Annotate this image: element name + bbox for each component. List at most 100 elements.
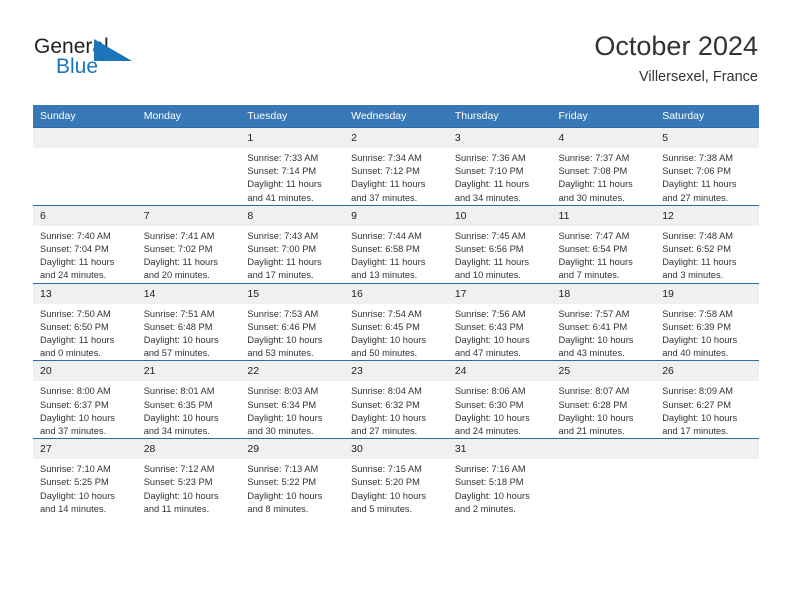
calendar-week-row: 6 Sunrise: 7:40 AM Sunset: 7:04 PM Daylight…: [33, 204, 759, 284]
daylight-text-line1: Daylight: 11 hours: [247, 179, 322, 190]
day-number: 20: [33, 361, 137, 382]
daylight-text-line1: Daylight: 11 hours: [40, 257, 115, 268]
calendar-day-cell[interactable]: 24 Sunrise: 8:06 AM Sunset: 6:30 PM Dayligh…: [447, 360, 552, 439]
day-details: [33, 148, 137, 152]
triangle-flag-icon: [94, 39, 132, 61]
day-number: 3: [447, 128, 552, 148]
calendar-day-cell[interactable]: 31 Sunrise: 7:16 AM Sunset: 5:18 PM Dayligh…: [447, 438, 552, 517]
calendar-day-cell[interactable]: 14 Sunrise: 7:51 AM Sunset: 6:48 PM Dayligh…: [136, 282, 241, 361]
daylight-text-line2: and 30 minutes.: [558, 192, 625, 203]
calendar-day-cell[interactable]: 19 Sunrise: 7:58 AM Sunset: 6:39 PM Dayligh…: [655, 282, 759, 361]
calendar-day-cell[interactable]: 4 Sunrise: 7:37 AM Sunset: 7:08 PM Daylight…: [551, 127, 656, 206]
page-title: October 2024: [594, 31, 758, 61]
day-number: 28: [136, 439, 241, 460]
day-details: Sunrise: 7:53 AM Sunset: 6:46 PM Daylight:…: [240, 304, 344, 361]
day-number: 11: [551, 205, 656, 226]
calendar-day-cell[interactable]: 7 Sunrise: 7:41 AM Sunset: 7:02 PM Daylight…: [136, 204, 241, 284]
daylight-text-line2: and 34 minutes.: [143, 426, 210, 437]
day-number: 18: [551, 283, 656, 304]
calendar-day-cell[interactable]: 2 Sunrise: 7:34 AM Sunset: 7:12 PM Daylight…: [344, 127, 448, 206]
calendar-day-cell[interactable]: 26 Sunrise: 8:09 AM Sunset: 6:27 PM Dayligh…: [655, 360, 759, 439]
day-details: Sunrise: 7:45 AM Sunset: 6:56 PM Daylight:…: [448, 226, 552, 283]
day-details: Sunrise: 7:13 AM Sunset: 5:22 PM Daylight:…: [240, 459, 344, 516]
weekday-header-thursday: Thursday: [447, 105, 552, 128]
sunrise-text: Sunrise: 7:50 AM: [40, 308, 111, 319]
weekday-header-row: Sunday Monday Tuesday Wednesday Thursday…: [33, 105, 759, 128]
sunrise-text: Sunrise: 7:41 AM: [143, 230, 215, 241]
calendar-day-cell[interactable]: 22 Sunrise: 8:03 AM Sunset: 6:34 PM Dayligh…: [240, 360, 345, 439]
daylight-text-line1: Daylight: 10 hours: [143, 490, 219, 501]
day-number: 25: [551, 361, 656, 382]
sunrise-text: Sunrise: 8:03 AM: [247, 386, 319, 397]
calendar-empty-cell: [655, 438, 759, 517]
sunrise-text: Sunrise: 8:04 AM: [351, 386, 422, 397]
daylight-text-line2: and 27 minutes.: [351, 426, 418, 437]
daylight-text-line2: and 37 minutes.: [40, 426, 107, 437]
calendar-day-cell[interactable]: 5 Sunrise: 7:38 AM Sunset: 7:06 PM Daylight…: [655, 127, 759, 206]
sunrise-text: Sunrise: 7:48 AM: [662, 230, 734, 241]
sunset-text: Sunset: 7:12 PM: [351, 166, 420, 177]
day-number: 22: [240, 361, 345, 382]
daylight-text-line2: and 43 minutes.: [558, 348, 625, 359]
calendar-day-cell[interactable]: 3 Sunrise: 7:36 AM Sunset: 7:10 PM Daylight…: [447, 127, 552, 206]
calendar-day-cell[interactable]: 10 Sunrise: 7:45 AM Sunset: 6:56 PM Dayligh…: [447, 204, 552, 284]
sunrise-text: Sunrise: 7:34 AM: [351, 153, 422, 163]
daylight-text-line1: Daylight: 11 hours: [351, 179, 426, 190]
calendar-day-cell[interactable]: 25 Sunrise: 8:07 AM Sunset: 6:28 PM Dayligh…: [551, 360, 656, 439]
daylight-text-line1: Daylight: 11 hours: [454, 179, 530, 190]
daylight-text-line1: Daylight: 11 hours: [558, 179, 633, 190]
day-details: Sunrise: 7:16 AM Sunset: 5:18 PM Daylight:…: [448, 459, 552, 516]
daylight-text-line1: Daylight: 10 hours: [247, 490, 323, 501]
daylight-text-line1: Daylight: 10 hours: [40, 490, 115, 501]
sunset-text: Sunset: 6:50 PM: [40, 321, 109, 332]
calendar-day-cell[interactable]: 1 Sunrise: 7:33 AM Sunset: 7:14 PM Daylight…: [240, 127, 345, 206]
daylight-text-line1: Daylight: 10 hours: [351, 335, 427, 346]
sunset-text: Sunset: 6:54 PM: [558, 244, 628, 255]
sunrise-text: Sunrise: 7:40 AM: [40, 230, 111, 241]
sunrise-text: Sunrise: 7:15 AM: [351, 464, 422, 475]
sunrise-text: Sunrise: 7:58 AM: [662, 308, 734, 319]
day-details: Sunrise: 7:37 AM Sunset: 7:08 PM Daylight:…: [552, 148, 656, 205]
calendar-day-cell[interactable]: 30 Sunrise: 7:15 AM Sunset: 5:20 PM Dayligh…: [344, 438, 448, 517]
calendar-day-cell[interactable]: 29 Sunrise: 7:13 AM Sunset: 5:22 PM Dayligh…: [240, 438, 345, 517]
day-details: Sunrise: 7:57 AM Sunset: 6:41 PM Daylight:…: [552, 304, 656, 361]
sunrise-text: Sunrise: 7:44 AM: [351, 230, 422, 241]
sunset-text: Sunset: 6:52 PM: [662, 244, 731, 255]
daylight-text-line1: Daylight: 10 hours: [454, 412, 530, 423]
calendar-day-cell[interactable]: 17 Sunrise: 7:56 AM Sunset: 6:43 PM Dayligh…: [447, 282, 552, 361]
daylight-text-line2: and 50 minutes.: [351, 348, 418, 359]
weekday-header-friday: Friday: [551, 105, 656, 128]
daylight-text-line2: and 13 minutes.: [351, 270, 418, 281]
daylight-text-line1: Daylight: 11 hours: [662, 257, 737, 268]
daylight-text-line1: Daylight: 10 hours: [351, 490, 427, 501]
calendar-week-row: 20 Sunrise: 8:00 AM Sunset: 6:37 PM Dayligh…: [33, 360, 759, 439]
daylight-text-line2: and 40 minutes.: [662, 348, 729, 359]
daylight-text-line2: and 10 minutes.: [454, 270, 521, 281]
calendar-day-cell[interactable]: 8 Sunrise: 7:43 AM Sunset: 7:00 PM Daylight…: [240, 204, 345, 284]
sunrise-text: Sunrise: 7:33 AM: [247, 153, 319, 163]
calendar-empty-cell: [33, 127, 137, 206]
calendar-day-cell[interactable]: 13 Sunrise: 7:50 AM Sunset: 6:50 PM Dayligh…: [33, 282, 137, 361]
day-number: 31: [447, 439, 552, 460]
day-details: Sunrise: 7:33 AM Sunset: 7:14 PM Daylight:…: [240, 148, 344, 205]
calendar-day-cell[interactable]: 23 Sunrise: 8:04 AM Sunset: 6:32 PM Dayligh…: [344, 360, 448, 439]
sunset-text: Sunset: 6:27 PM: [662, 399, 731, 410]
sunset-text: Sunset: 6:46 PM: [247, 321, 317, 332]
calendar-day-cell[interactable]: 16 Sunrise: 7:54 AM Sunset: 6:45 PM Dayligh…: [344, 282, 448, 361]
calendar-day-cell[interactable]: 9 Sunrise: 7:44 AM Sunset: 6:58 PM Daylight…: [344, 204, 448, 284]
calendar-day-cell[interactable]: 12 Sunrise: 7:48 AM Sunset: 6:52 PM Dayligh…: [655, 204, 759, 284]
calendar-day-cell[interactable]: 18 Sunrise: 7:57 AM Sunset: 6:41 PM Dayligh…: [551, 282, 656, 361]
daylight-text-line1: Daylight: 10 hours: [454, 335, 530, 346]
calendar-day-cell[interactable]: 6 Sunrise: 7:40 AM Sunset: 7:04 PM Daylight…: [33, 204, 137, 284]
calendar-day-cell[interactable]: 27 Sunrise: 7:10 AM Sunset: 5:25 PM Dayligh…: [33, 438, 137, 517]
calendar-day-cell[interactable]: 21 Sunrise: 8:01 AM Sunset: 6:35 PM Dayligh…: [136, 360, 241, 439]
sunset-text: Sunset: 7:04 PM: [40, 244, 109, 255]
calendar-day-cell[interactable]: 20 Sunrise: 8:00 AM Sunset: 6:37 PM Dayligh…: [33, 360, 137, 439]
day-number: 7: [136, 205, 241, 226]
calendar-day-cell[interactable]: 28 Sunrise: 7:12 AM Sunset: 5:23 PM Dayligh…: [136, 438, 241, 517]
calendar-day-cell[interactable]: 15 Sunrise: 7:53 AM Sunset: 6:46 PM Dayligh…: [240, 282, 345, 361]
sunset-text: Sunset: 6:30 PM: [454, 399, 524, 410]
sunrise-text: Sunrise: 8:07 AM: [558, 386, 630, 397]
calendar-day-cell[interactable]: 11 Sunrise: 7:47 AM Sunset: 6:54 PM Dayligh…: [551, 204, 656, 284]
sunrise-text: Sunrise: 7:37 AM: [558, 153, 630, 163]
